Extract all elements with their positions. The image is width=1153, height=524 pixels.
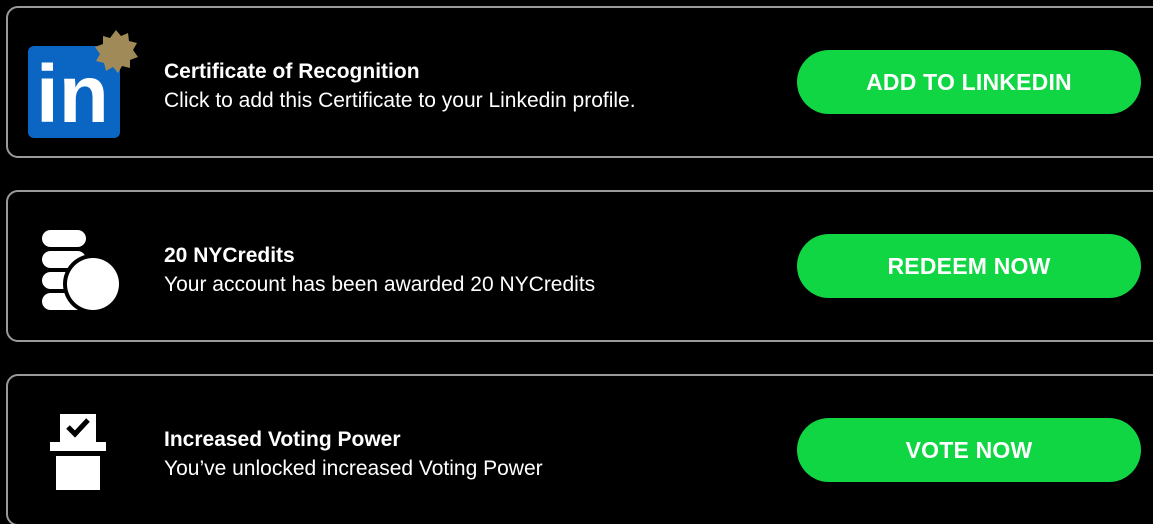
voting-text: Increased Voting Power You’ve unlocked i… <box>164 426 543 484</box>
rewards-panel: in Certificate of Recognition Click to a… <box>0 0 1153 524</box>
reward-card-certificate: in Certificate of Recognition Click to a… <box>6 6 1153 158</box>
redeem-now-button[interactable]: REDEEM NOW <box>797 234 1141 298</box>
certificate-description: Click to add this Certificate to your Li… <box>164 89 636 112</box>
coins-icon <box>28 230 123 325</box>
svg-text:in: in <box>36 49 109 140</box>
credits-title: 20 NYCredits <box>164 244 295 267</box>
ballot-box-icon <box>28 414 123 509</box>
credits-text: 20 NYCredits Your account has been award… <box>164 242 595 300</box>
certificate-title: Certificate of Recognition <box>164 60 420 83</box>
vote-now-button[interactable]: VOTE NOW <box>797 418 1141 482</box>
certificate-text: Certificate of Recognition Click to add … <box>164 58 636 116</box>
linkedin-certificate-icon: in <box>28 30 138 141</box>
reward-card-voting: Increased Voting Power You’ve unlocked i… <box>6 374 1153 524</box>
credits-description: Your account has been awarded 20 NYCredi… <box>164 273 596 296</box>
reward-card-credits: 20 NYCredits Your account has been award… <box>6 190 1153 342</box>
voting-title: Increased Voting Power <box>164 428 401 451</box>
add-to-linkedin-button[interactable]: ADD TO LINKEDIN <box>797 50 1141 114</box>
voting-description: You’ve unlocked increased Voting Power <box>164 457 543 480</box>
